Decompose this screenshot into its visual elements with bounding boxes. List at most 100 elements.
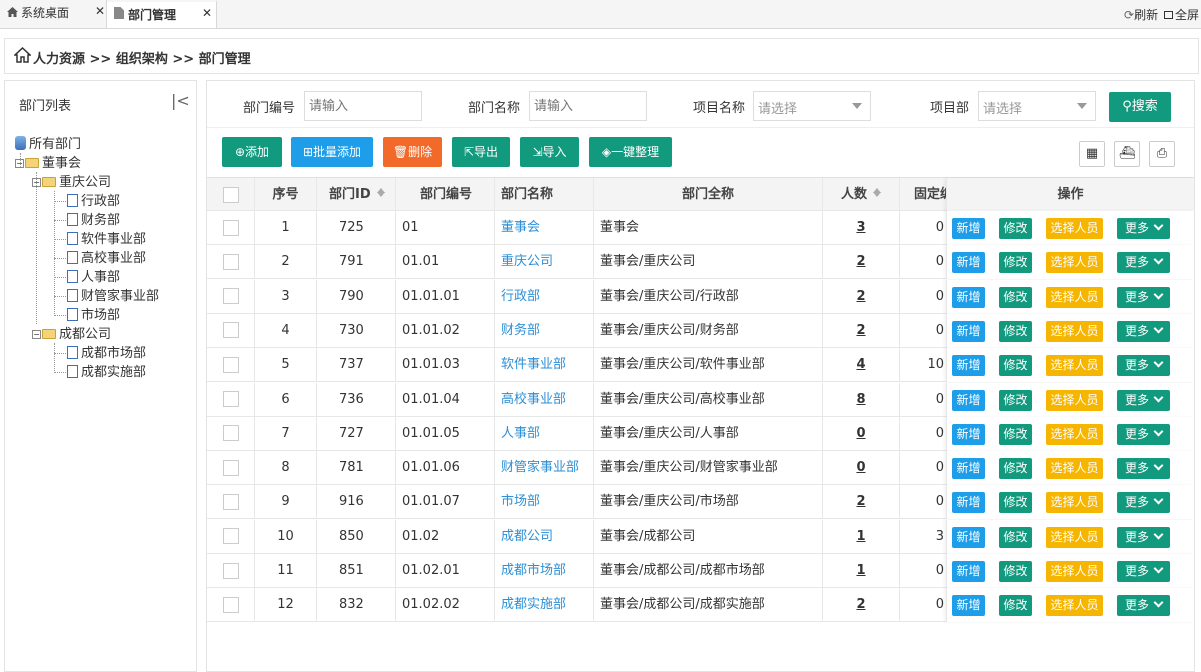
dept-name-link[interactable]: 人事部	[501, 426, 540, 441]
row-edit-button[interactable]: 修改	[999, 561, 1032, 582]
refresh-button[interactable]: ⟳刷新	[1124, 6, 1158, 23]
row-add-button[interactable]: 新增	[952, 320, 985, 342]
row-more-button[interactable]: 更多	[1117, 492, 1170, 514]
row-select-staff-button[interactable]: 选择人员	[1046, 526, 1103, 548]
delete-button[interactable]: 🗑删除	[383, 137, 442, 167]
member-count-link[interactable]: 8	[856, 392, 865, 407]
row-add-button[interactable]: 新增	[952, 355, 985, 377]
search-button[interactable]: ⚲搜索	[1109, 92, 1171, 122]
row-more-button[interactable]: 更多	[1117, 218, 1170, 239]
dept-name-link[interactable]: 高校事业部	[501, 392, 566, 407]
close-icon[interactable]: ✕	[202, 0, 212, 26]
select-all-checkbox[interactable]	[222, 186, 239, 203]
member-count-link[interactable]: 2	[856, 254, 865, 269]
member-count-link[interactable]: 0	[856, 460, 865, 475]
dept-name-link[interactable]: 行政部	[501, 289, 540, 304]
row-edit-button[interactable]: 修改	[999, 389, 1032, 411]
row-select-staff-button[interactable]: 选择人员	[1046, 595, 1103, 617]
columns-icon[interactable]: ▦	[1079, 141, 1105, 167]
col-header-id[interactable]: 部门ID	[317, 178, 396, 212]
row-checkbox[interactable]	[222, 459, 239, 476]
tree-node-board[interactable]: − 董事会	[15, 154, 81, 173]
collapse-toggle-icon[interactable]: −	[32, 330, 41, 339]
project-name-select[interactable]: 请选择	[753, 91, 871, 121]
row-checkbox[interactable]	[222, 562, 239, 579]
dept-name-link[interactable]: 董事会	[501, 220, 540, 235]
row-more-button[interactable]: 更多	[1117, 458, 1170, 480]
row-add-button[interactable]: 新增	[952, 423, 985, 445]
row-more-button[interactable]: 更多	[1117, 320, 1170, 342]
dept-name-link[interactable]: 成都公司	[501, 529, 553, 544]
row-add-button[interactable]: 新增	[952, 218, 985, 239]
row-checkbox[interactable]	[222, 425, 239, 442]
dept-name-link[interactable]: 财务部	[501, 323, 540, 338]
row-edit-button[interactable]: 修改	[999, 423, 1032, 445]
row-select-staff-button[interactable]: 选择人员	[1046, 423, 1103, 445]
row-checkbox[interactable]	[222, 596, 239, 613]
row-add-button[interactable]: 新增	[952, 526, 985, 548]
tree-node-market[interactable]: 市场部	[67, 306, 120, 325]
row-more-button[interactable]: 更多	[1117, 595, 1170, 617]
row-checkbox[interactable]	[222, 528, 239, 545]
import-button[interactable]: ⇲导入	[520, 137, 579, 167]
dept-name-input[interactable]	[529, 91, 647, 121]
tree-node-chengdu-market[interactable]: 成都市场部	[67, 344, 146, 363]
member-count-link[interactable]: 2	[856, 597, 865, 612]
tab-dept-management[interactable]: 部门管理 ✕	[107, 0, 217, 28]
row-add-button[interactable]: 新增	[952, 492, 985, 514]
row-checkbox[interactable]	[222, 288, 239, 305]
dept-code-input[interactable]	[304, 91, 422, 121]
row-add-button[interactable]: 新增	[952, 595, 985, 617]
batch-add-button[interactable]: ⊞批量添加	[291, 137, 373, 167]
row-select-staff-button[interactable]: 选择人员	[1046, 561, 1103, 582]
row-select-staff-button[interactable]: 选择人员	[1046, 218, 1103, 239]
row-more-button[interactable]: 更多	[1117, 423, 1170, 445]
sort-icon[interactable]	[376, 188, 385, 197]
row-more-button[interactable]: 更多	[1117, 286, 1170, 308]
row-more-button[interactable]: 更多	[1117, 561, 1170, 582]
dept-name-link[interactable]: 成都市场部	[501, 563, 566, 578]
dept-name-link[interactable]: 成都实施部	[501, 597, 566, 612]
tree-node-caiguanjia[interactable]: 财管家事业部	[67, 287, 159, 306]
export-button[interactable]: ⇱导出	[452, 137, 510, 167]
fullscreen-button[interactable]: 全屏	[1164, 6, 1199, 23]
tree-node-chengdu[interactable]: − 成都公司	[32, 325, 111, 344]
row-select-staff-button[interactable]: 选择人员	[1046, 458, 1103, 480]
tab-desktop[interactable]: 系统桌面 ✕	[0, 0, 107, 28]
dept-name-link[interactable]: 软件事业部	[501, 357, 566, 372]
member-count-link[interactable]: 3	[856, 220, 865, 235]
home-icon[interactable]	[13, 46, 32, 63]
member-count-link[interactable]: 4	[856, 357, 865, 372]
row-edit-button[interactable]: 修改	[999, 458, 1032, 480]
close-icon[interactable]: ✕	[95, 0, 105, 24]
add-button[interactable]: ⊕添加	[222, 137, 282, 167]
row-edit-button[interactable]: 修改	[999, 595, 1032, 617]
dept-name-link[interactable]: 重庆公司	[501, 254, 553, 269]
export-file-icon[interactable]: ⛴	[1114, 141, 1140, 167]
row-select-staff-button[interactable]: 选择人员	[1046, 320, 1103, 342]
row-more-button[interactable]: 更多	[1117, 252, 1170, 274]
row-edit-button[interactable]: 修改	[999, 286, 1032, 308]
tree-node-admin[interactable]: 行政部	[67, 192, 120, 211]
row-add-button[interactable]: 新增	[952, 286, 985, 308]
row-edit-button[interactable]: 修改	[999, 252, 1032, 274]
member-count-link[interactable]: 2	[856, 323, 865, 338]
row-checkbox[interactable]	[222, 219, 239, 236]
row-add-button[interactable]: 新增	[952, 458, 985, 480]
sort-icon[interactable]	[873, 188, 881, 197]
row-more-button[interactable]: 更多	[1117, 389, 1170, 411]
row-edit-button[interactable]: 修改	[999, 492, 1032, 514]
row-edit-button[interactable]: 修改	[999, 218, 1032, 239]
tree-node-all[interactable]: 所有部门	[15, 135, 81, 154]
row-checkbox[interactable]	[222, 493, 239, 510]
dept-name-link[interactable]: 财管家事业部	[501, 460, 579, 475]
row-add-button[interactable]: 新增	[952, 252, 985, 274]
collapse-toggle-icon[interactable]: −	[32, 178, 41, 187]
collapse-toggle-icon[interactable]: −	[15, 159, 24, 168]
member-count-link[interactable]: 2	[856, 289, 865, 304]
organize-button[interactable]: ◈一键整理	[589, 137, 672, 167]
row-select-staff-button[interactable]: 选择人员	[1046, 286, 1103, 308]
col-header-count[interactable]: 人数	[823, 178, 900, 212]
dept-name-link[interactable]: 市场部	[501, 494, 540, 509]
row-more-button[interactable]: 更多	[1117, 526, 1170, 548]
